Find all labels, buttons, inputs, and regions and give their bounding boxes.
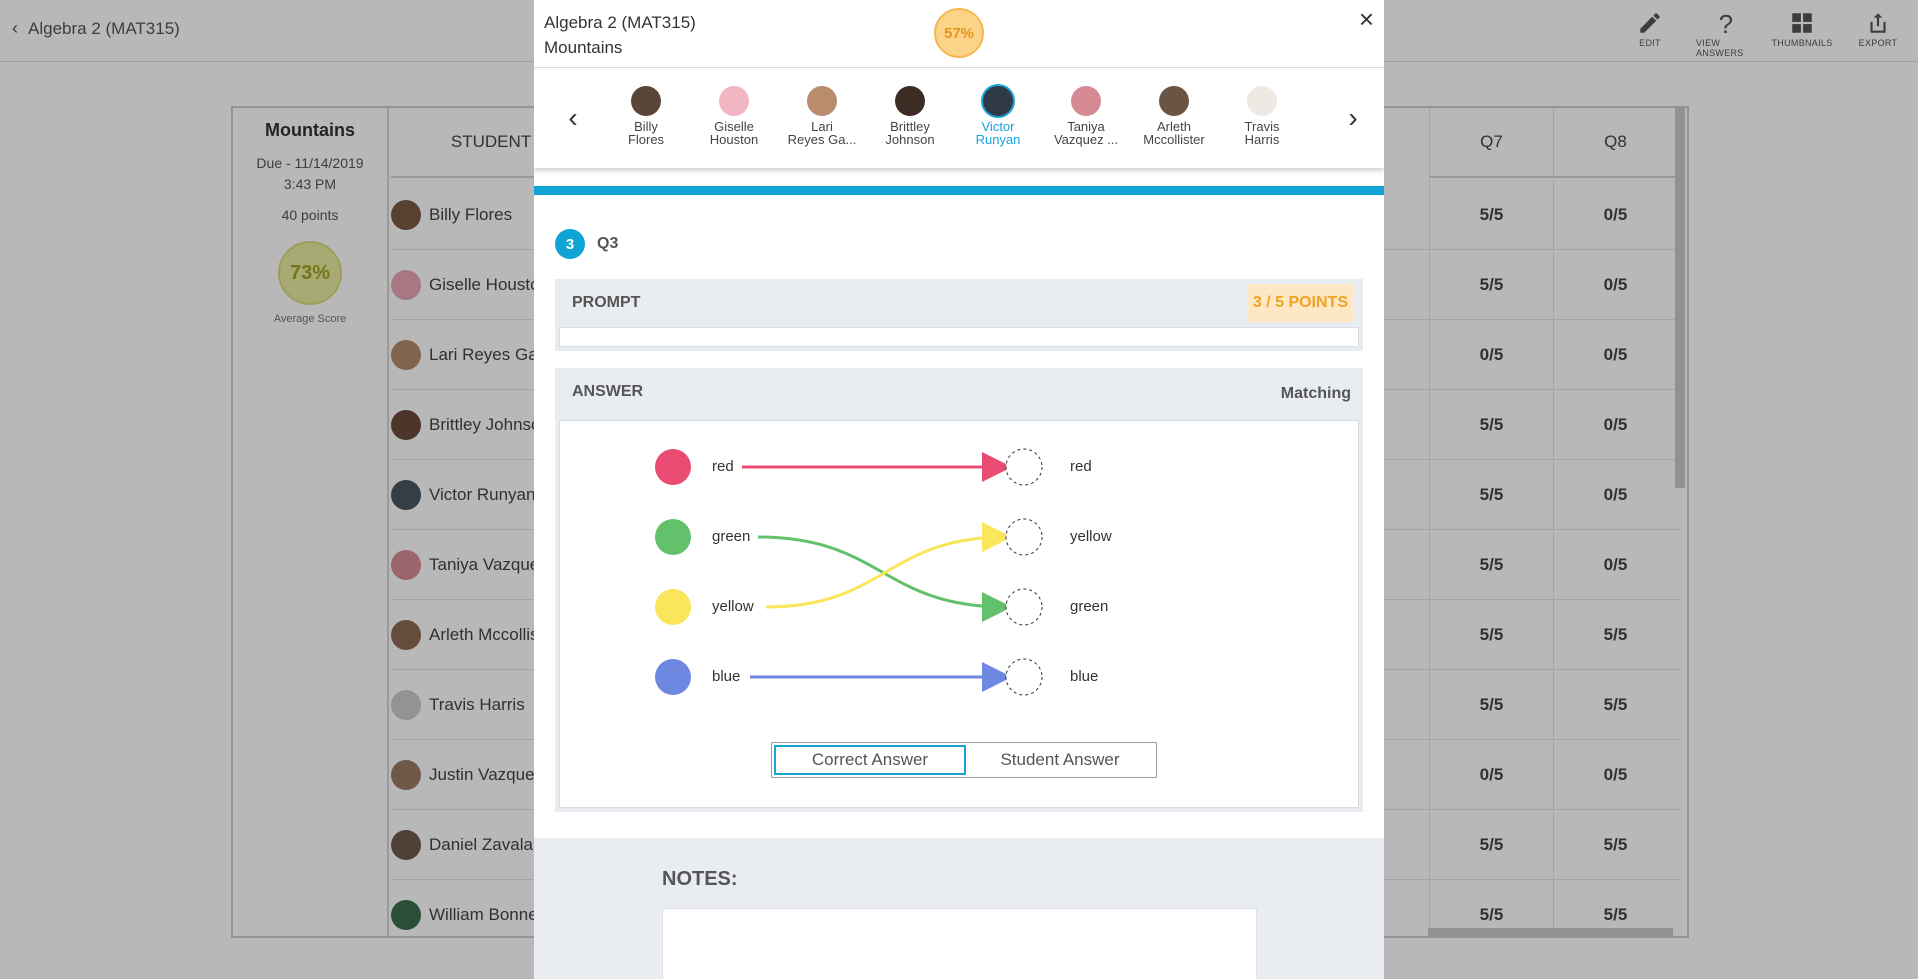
question-label: Q3 [597,235,619,252]
notes-section: NOTES: [534,838,1384,979]
correct-answer-tab[interactable]: Correct Answer [774,745,966,775]
close-icon[interactable]: × [1359,4,1374,35]
prompt-label: PROMPT [572,294,641,311]
modal-title: Algebra 2 (MAT315) Mountains [544,10,696,60]
left-match-dot [655,659,691,695]
answer-view-toggle: Correct Answer Student Answer [771,742,1157,778]
avatar [719,86,749,116]
avatar [1247,86,1277,116]
prompt-content [559,327,1359,347]
matching-area: red green yellow blue red yellow green blue Cor… [559,420,1359,808]
student-chip[interactable]: Brittley Johnson [868,86,952,146]
question-detail-modal: Algebra 2 (MAT315) Mountains 57% × ‹ Bil… [534,0,1384,979]
right-match-label: red [1070,458,1092,475]
right-match-label: green [1070,598,1109,615]
prompt-section: PROMPT 3 / 5 POINTS [555,279,1363,351]
match-connection-line [765,522,1012,609]
left-match-label: red [712,458,734,475]
chevron-left-icon[interactable]: ‹ [561,102,585,134]
student-last-name: Mccollister [1143,132,1205,147]
right-match-target [1005,448,1043,486]
question-accent-bar [534,186,1384,195]
student-last-name: Johnson [885,132,935,147]
student-chip[interactable]: Victor Runyan [956,86,1040,146]
student-last-name: Harris [1244,132,1280,147]
match-connection-line [757,535,1012,622]
left-match-dot [655,449,691,485]
question-number-badge: 3 [555,229,585,259]
modal-header: Algebra 2 (MAT315) Mountains 57% × [534,0,1384,68]
student-last-name: Runyan [975,132,1021,147]
student-chip[interactable]: Giselle Houston [692,86,776,146]
student-last-name: Vazquez ... [1053,132,1119,147]
avatar [895,86,925,116]
left-match-dot [655,589,691,625]
right-match-label: blue [1070,668,1099,685]
left-match-label: yellow [712,598,754,615]
question-header: 3 Q3 [555,229,618,259]
modal-course: Algebra 2 (MAT315) [544,13,696,32]
avatar [1159,86,1189,116]
student-chip[interactable]: Travis Harris [1220,86,1304,146]
right-match-target [1005,588,1043,626]
left-match-label: blue [712,668,741,685]
student-last-name: Flores [627,132,665,147]
chevron-right-icon[interactable]: › [1341,102,1365,134]
student-chip[interactable]: Arleth Mccollister [1132,86,1216,146]
student-score-badge: 57% [934,8,984,58]
student-last-name: Reyes Ga... [787,132,857,147]
avatar [807,86,837,116]
modal-assignment: Mountains [544,38,623,57]
left-match-dot [655,519,691,555]
right-match-target [1005,658,1043,696]
points-badge: 3 / 5 POINTS [1247,284,1353,322]
right-match-label: yellow [1070,528,1112,545]
answer-type: Matching [1280,385,1351,402]
left-match-label: green [712,528,751,545]
student-chip[interactable]: Lari Reyes Ga... [780,86,864,146]
student-chip[interactable]: Taniya Vazquez ... [1044,86,1128,146]
answer-label: ANSWER [572,383,644,400]
student-answer-tab[interactable]: Student Answer [966,745,1154,775]
right-match-target [1005,518,1043,556]
student-carousel: ‹ Billy Flores Giselle Houston Lari Reyes Ga.… [534,68,1384,168]
student-chip[interactable]: Billy Flores [604,86,688,146]
notes-input[interactable] [662,908,1257,979]
student-last-name: Houston [709,132,759,147]
avatar [631,86,661,116]
notes-label: NOTES: [662,868,738,890]
avatar [983,86,1013,116]
answer-section: ANSWER Matching red green yellow blue red yel… [555,368,1363,812]
avatar [1071,86,1101,116]
